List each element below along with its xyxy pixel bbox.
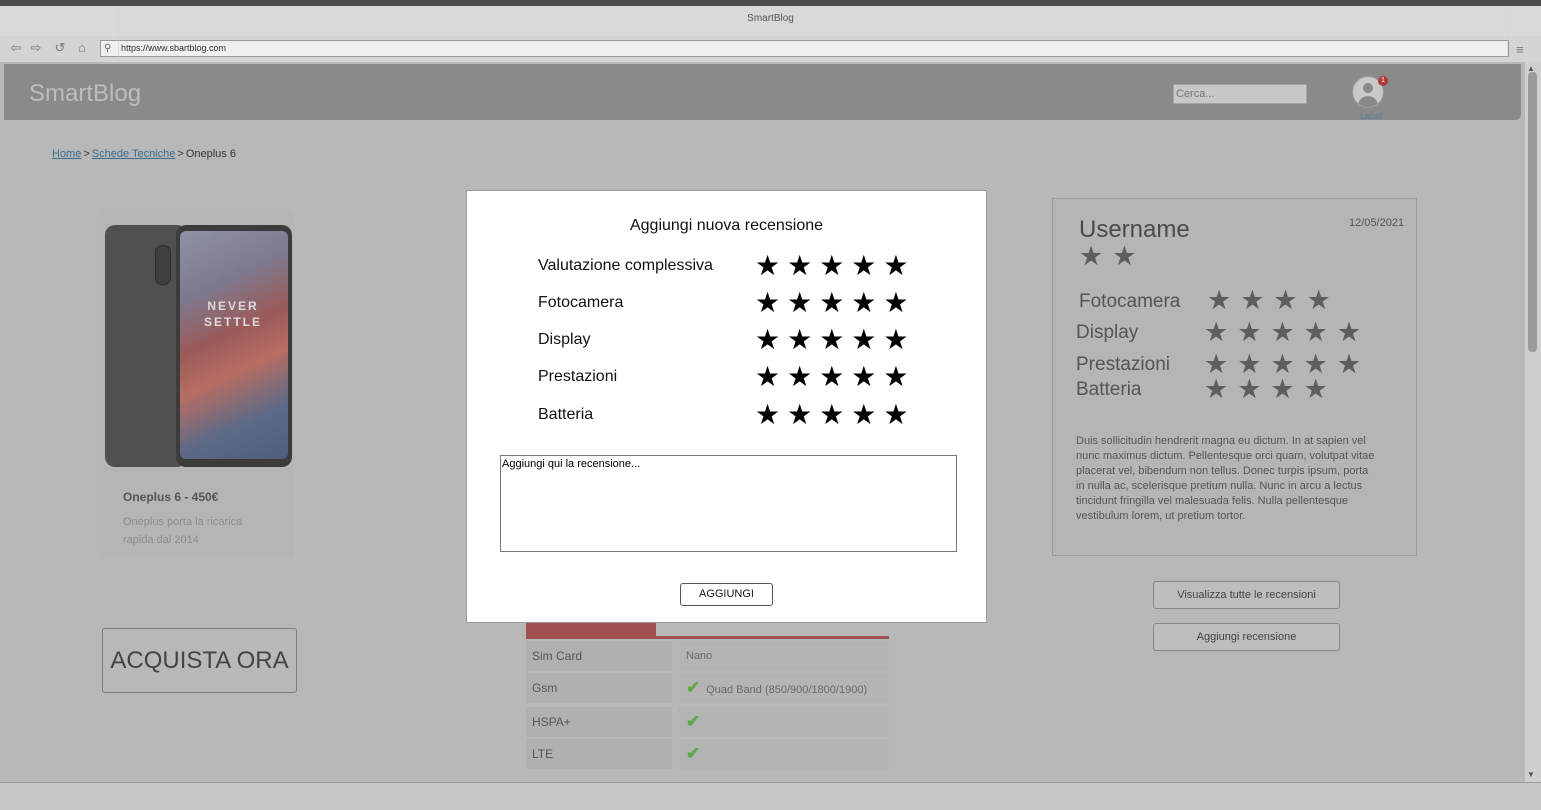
scroll-up-icon[interactable]: ▲ (1527, 64, 1535, 73)
buy-now-button[interactable]: ACQUISTA ORA (102, 628, 297, 693)
breadcrumb: Home > Schede Tecniche > Oneplus 6 (52, 148, 236, 160)
spec-row: Gsm ✔ Quad Band (850/900/1800/1900) (526, 673, 889, 703)
rating-stars-battery[interactable]: ★★★★★ (755, 401, 916, 429)
phone-text-line: SETTLE (204, 315, 263, 329)
review-label: Prestazioni (1076, 354, 1170, 375)
breadcrumb-current: Oneplus 6 (185, 148, 236, 160)
scrollbar-thumb[interactable] (1528, 72, 1537, 352)
phone-text-line: NEVER (207, 299, 259, 313)
menu-icon[interactable]: ≡ (1516, 42, 1530, 57)
reload-icon[interactable]: ↺ (52, 40, 68, 56)
review-stars: ★★★★★ (1204, 317, 1371, 347)
spec-label: Gsm (526, 673, 672, 703)
address-url: https://www.sbartblog.com (121, 43, 227, 53)
site-logo[interactable]: SmartBlog (29, 80, 141, 108)
spec-row: Sim Card Nano (526, 641, 889, 671)
rating-label-display: Display (538, 331, 591, 348)
spec-label: LTE (526, 739, 672, 769)
spec-value: ✔ (678, 707, 889, 737)
rating-stars-overall[interactable]: ★★★★★ (755, 252, 916, 280)
address-bar[interactable]: ⚲ https://www.sbartblog.com (100, 40, 1509, 57)
review-username: Username (1079, 216, 1190, 243)
breadcrumb-separator: > (83, 148, 90, 160)
spec-tab-underline (526, 636, 889, 639)
spec-row: LTE ✔ (526, 739, 889, 769)
avatar-label: Label (1360, 111, 1383, 121)
notification-badge: 1 (1378, 76, 1388, 86)
back-icon[interactable]: ⇦ (8, 40, 24, 56)
review-label: Fotocamera (1079, 291, 1181, 312)
rating-label-battery: Batteria (538, 406, 594, 423)
search-icon: ⚲ (104, 43, 112, 54)
spec-label: HSPA+ (526, 707, 672, 737)
review-label: Batteria (1076, 379, 1142, 400)
check-icon: ✔ (686, 678, 701, 697)
spec-row: HSPA+ ✔ (526, 707, 889, 737)
window-title: SmartBlog (0, 6, 1541, 36)
modal-title: Aggiungi nuova recensione (629, 217, 824, 234)
review-label: Display (1076, 322, 1139, 343)
review-stars: ★★★★ (1204, 374, 1337, 404)
spec-value: ✔ Quad Band (850/900/1800/1900) (678, 673, 889, 703)
review-stars: ★★★★ (1207, 285, 1340, 315)
breadcrumb-home[interactable]: Home (52, 148, 81, 160)
review-overall-stars: ★★ (1079, 241, 1146, 271)
rating-stars-camera[interactable]: ★★★★★ (755, 289, 916, 317)
breadcrumb-section[interactable]: Schede Tecniche (92, 148, 176, 160)
spec-label: Sim Card (526, 641, 672, 671)
status-bar (0, 782, 1541, 810)
add-review-button[interactable]: Aggiungi recensione (1153, 623, 1340, 651)
rating-label-overall: Valutazione complessiva (538, 257, 713, 274)
forward-icon[interactable]: ⇨ (28, 40, 44, 56)
phone-screen-text: NEVER SETTLE (204, 298, 262, 330)
check-icon: ✔ (686, 744, 701, 763)
product-title: Oneplus 6 - 450€ (123, 490, 219, 504)
phone-screen (180, 231, 288, 459)
rating-stars-performance[interactable]: ★★★★★ (755, 363, 916, 391)
breadcrumb-separator: > (177, 148, 184, 160)
rating-stars-display[interactable]: ★★★★★ (755, 326, 916, 354)
home-icon[interactable]: ⌂ (74, 40, 90, 56)
spec-value-text: Quad Band (850/900/1800/1900) (706, 684, 868, 696)
review-text: Duis sollicitudin hendrerit magna eu dic… (1076, 435, 1375, 522)
search-input[interactable] (1173, 84, 1307, 104)
submit-review-button[interactable]: AGGIUNGI (680, 583, 773, 606)
add-review-modal: Aggiungi nuova recensione Valutazione co… (466, 190, 987, 623)
review-textarea[interactable]: Aggiungi qui la recensione... (500, 455, 957, 552)
review-card: Username 12/05/2021 ★★ Fotocamera ★★★★ D… (1052, 198, 1417, 556)
view-all-reviews-button[interactable]: Visualizza tutte le recensioni (1153, 581, 1340, 609)
spec-value-text: Nano (686, 650, 713, 662)
phone-image-back (105, 225, 187, 467)
rating-label-performance: Prestazioni (538, 368, 618, 385)
spec-value: Nano (678, 641, 889, 671)
phone-camera (155, 245, 171, 285)
rating-label-camera: Fotocamera (538, 294, 624, 311)
product-description: Oneplus porta la ricarica rapida dal 201… (123, 516, 243, 546)
scroll-down-icon[interactable]: ▼ (1527, 770, 1535, 779)
review-date: 12/05/2021 (1349, 217, 1405, 229)
check-icon: ✔ (686, 712, 701, 731)
spec-value: ✔ (678, 739, 889, 769)
site-header: SmartBlog 1 Label (4, 64, 1521, 121)
